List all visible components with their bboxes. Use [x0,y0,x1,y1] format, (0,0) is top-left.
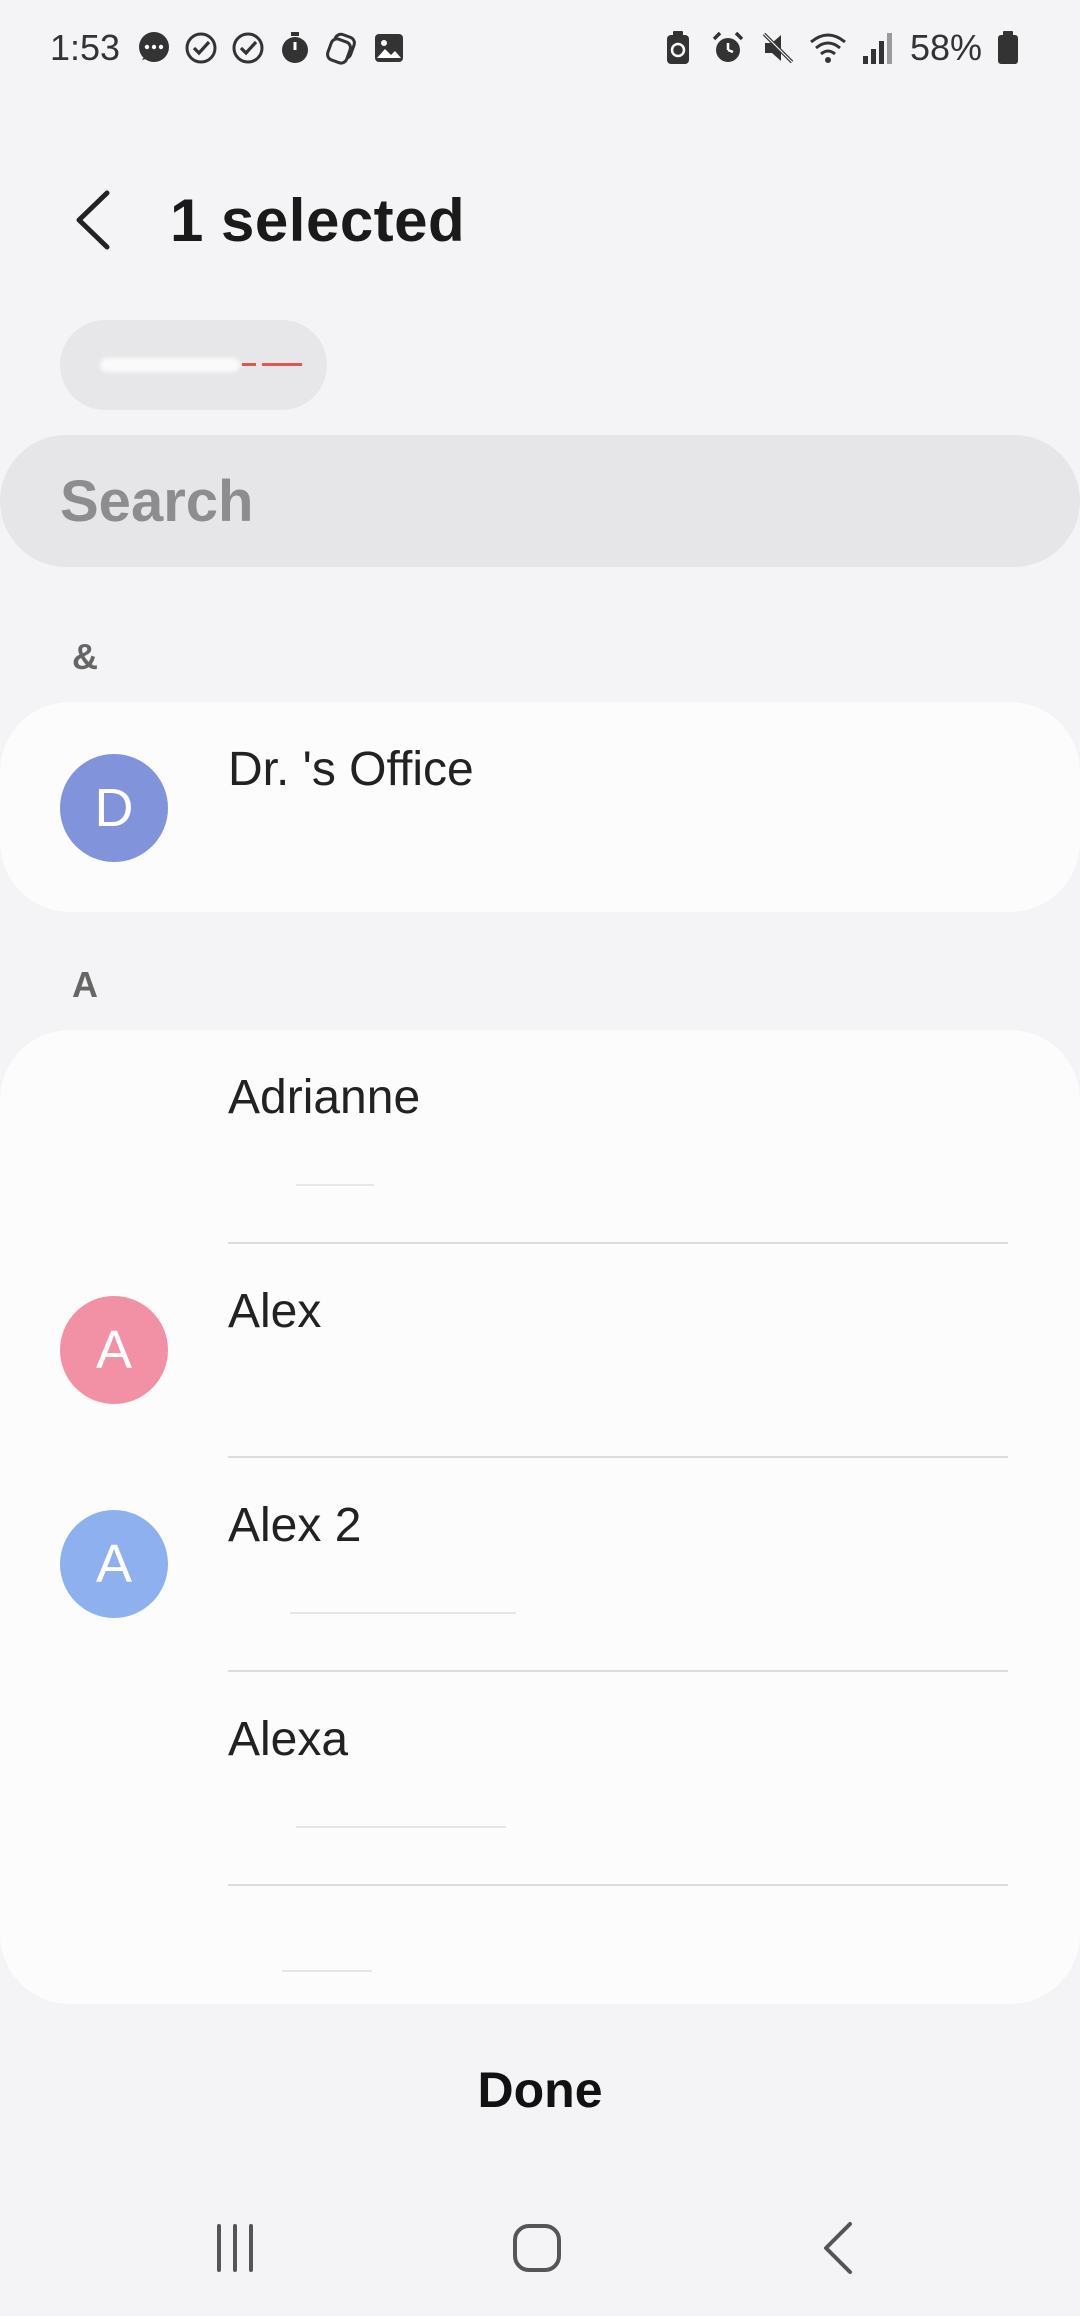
contact-row-dr-office[interactable]: D Dr. 's Office [0,702,1080,912]
system-back-button[interactable] [780,2188,900,2308]
redacted-number [290,1612,516,1614]
back-icon [824,2222,852,2274]
check-circle-icon [181,28,221,68]
navigation-bar [0,2180,1080,2316]
contact-name: Dr. 's Office [228,743,474,796]
contact-name: Alex 2 [228,1499,362,1552]
status-bar: 1:53 58% [0,0,1080,96]
battery-percent: 58% [909,27,982,68]
home-icon [513,2224,561,2272]
avatar: D [60,754,168,862]
chat-bubble-icon [134,28,174,68]
contact-name: Alex [228,1285,322,1338]
stopwatch-icon [275,28,315,68]
chevron-left-icon [76,190,110,250]
done-button[interactable]: Done [340,2040,740,2140]
contact-picker-screen: 1:53 58% 1 selected Search & D Dr. 's Of… [0,0,1080,2316]
avatar: A [60,1510,168,1618]
recents-icon [217,2224,253,2272]
chip-remove-mark [242,363,256,366]
chip-remove-mark [262,363,302,366]
back-button[interactable] [44,170,144,270]
avatar [60,1724,168,1832]
contact-row-adrianne[interactable]: Adrianne [0,1030,1080,1244]
contact-row-alexa[interactable]: Alexa [0,1672,1080,1886]
layers-icon [322,28,362,68]
mute-icon [758,28,798,68]
alarm-icon [708,28,748,68]
redacted-number [296,1826,506,1828]
search-placeholder: Search [60,468,254,534]
app-header: 1 selected [0,170,1080,270]
status-time: 1:53 [50,27,121,68]
contact-card-symbol: D Dr. 's Office [0,702,1080,912]
contact-row-alex-2[interactable]: A Alex 2 [0,1458,1080,1672]
image-icon [369,28,409,68]
contact-row-alex[interactable]: A Alex [0,1244,1080,1458]
home-button[interactable] [477,2188,597,2308]
search-input[interactable]: Search [0,435,1080,567]
contact-card-a: Adrianne A Alex A Alex 2 Alexa [0,1030,1080,2004]
signal-icon [858,28,898,68]
contact-name: Alexa [228,1713,349,1766]
page-title: 1 selected [170,186,466,254]
redacted-text [282,1970,372,1972]
battery-icon [988,28,1028,68]
section-header-symbol: & [72,636,98,677]
selected-contact-chip[interactable] [60,320,327,410]
status-bar-right: 58% [652,27,1032,69]
avatar: A [60,1296,168,1404]
battery-saver-icon [658,28,698,68]
wifi-icon [808,28,848,68]
section-header-a: A [72,964,98,1005]
status-bar-left: 1:53 [50,27,416,69]
contact-row-partial[interactable] [0,1886,1080,2004]
avatar [60,1082,168,1190]
chip-redacted-text [100,358,240,372]
recents-button[interactable] [175,2188,295,2308]
contact-name: Adrianne [228,1071,421,1124]
check-circle-icon [228,28,268,68]
redacted-number [296,1184,374,1186]
